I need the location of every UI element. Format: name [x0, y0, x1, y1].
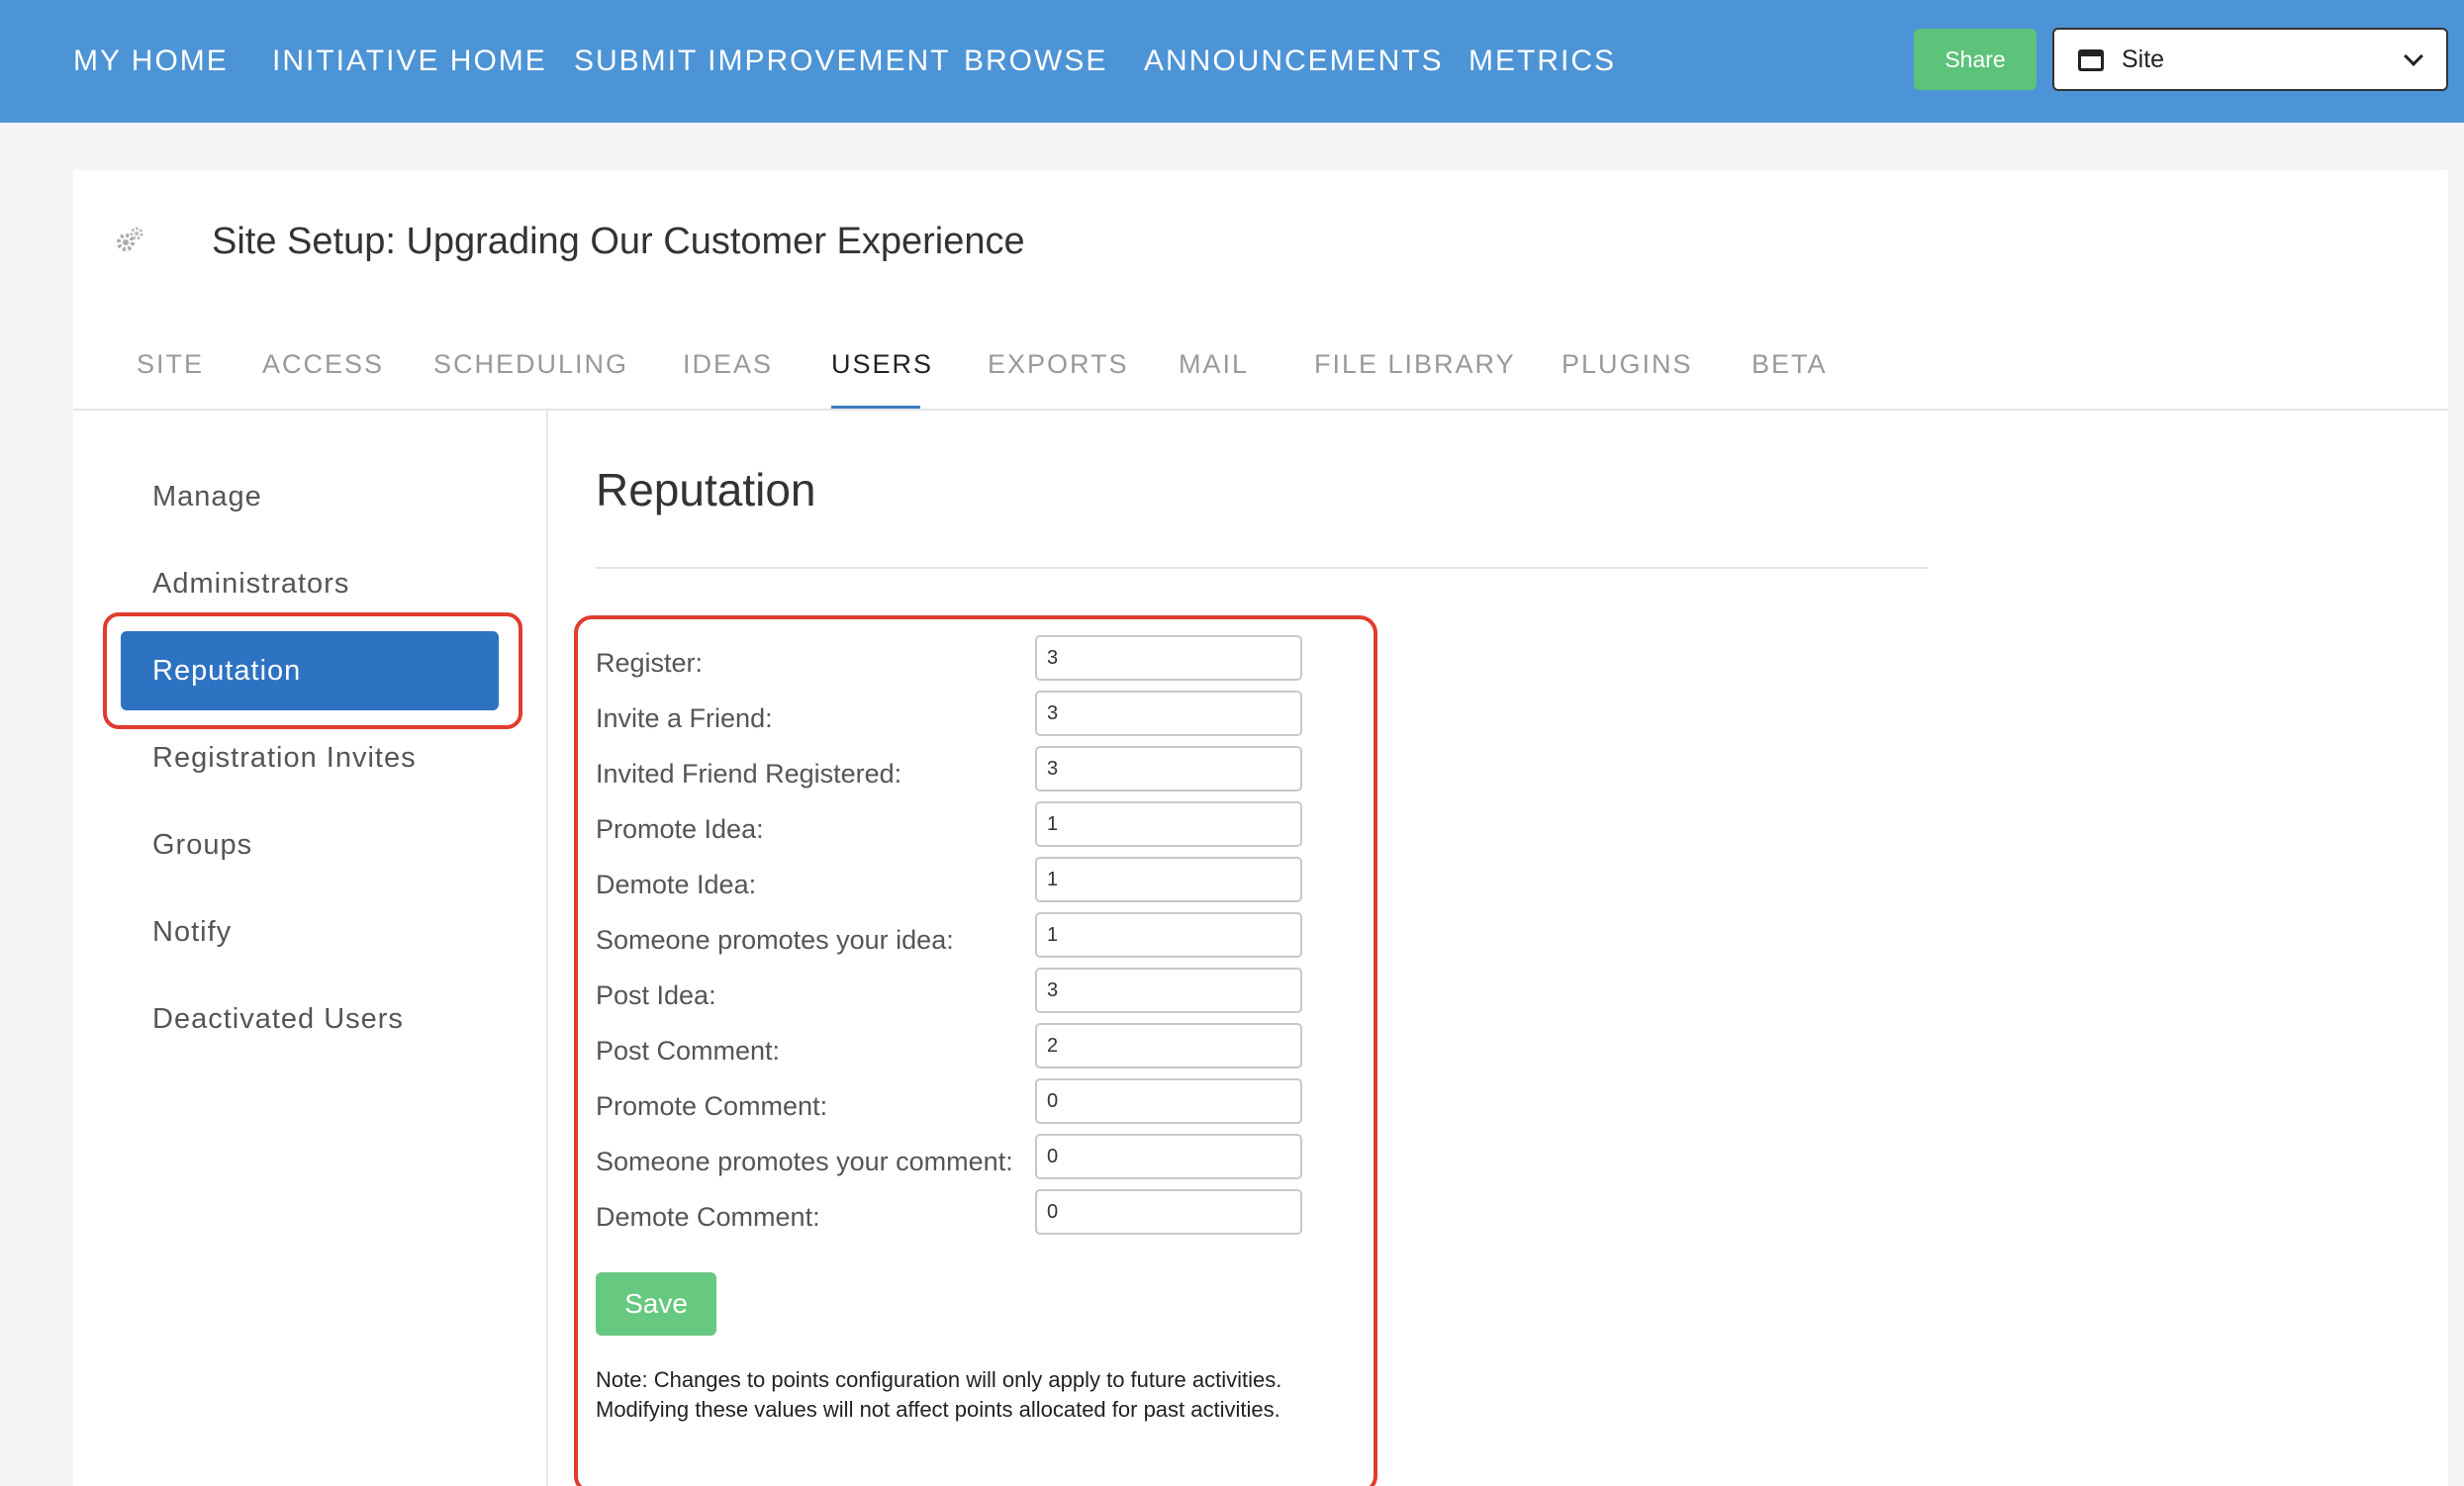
gear-icon — [117, 227, 143, 251]
note-line-1: Note: Changes to points configuration wi… — [596, 1367, 1282, 1392]
field-label-promote-comment: Promote Comment: — [596, 1091, 828, 1121]
note-line-2: Modifying these values will not affect p… — [596, 1397, 1280, 1422]
tab-ideas[interactable]: IDEAS — [683, 344, 773, 384]
demote-comment-points-input[interactable] — [1035, 1189, 1302, 1235]
site-select-value: Site — [2122, 46, 2165, 73]
someone-promotes-comment-points-input[interactable] — [1035, 1134, 1302, 1179]
nav-announcements[interactable]: ANNOUNCEMENTS — [1144, 40, 1444, 83]
sidebar-item-manage[interactable]: Manage — [152, 477, 262, 516]
tab-site[interactable]: SITE — [137, 344, 204, 384]
post-comment-points-input[interactable] — [1035, 1023, 1302, 1068]
top-nav: MY HOME INITIATIVE HOME SUBMIT IMPROVEME… — [0, 0, 2464, 123]
nav-browse[interactable]: BROWSE — [964, 40, 1107, 83]
field-label-someone-promotes-comment: Someone promotes your comment: — [596, 1147, 1013, 1176]
tab-mail[interactable]: MAIL — [1179, 344, 1249, 384]
someone-promotes-idea-points-input[interactable] — [1035, 912, 1302, 958]
section-divider — [596, 567, 1928, 569]
field-label-someone-promotes-idea: Someone promotes your idea: — [596, 925, 954, 955]
sidebar-item-groups[interactable]: Groups — [152, 825, 252, 865]
post-idea-points-input[interactable] — [1035, 968, 1302, 1013]
tab-scheduling[interactable]: SCHEDULING — [433, 344, 628, 384]
field-label-register: Register: — [596, 648, 704, 678]
sidebar-item-label: Reputation — [152, 655, 302, 687]
save-button[interactable]: Save — [596, 1272, 716, 1336]
promote-idea-points-input[interactable] — [1035, 801, 1302, 847]
sidebar-item-notify[interactable]: Notify — [152, 912, 232, 952]
tab-beta[interactable]: BETA — [1752, 344, 1828, 384]
window-icon — [2078, 49, 2104, 71]
field-label-demote-idea: Demote Idea: — [596, 870, 757, 899]
register-points-input[interactable] — [1035, 635, 1302, 681]
tabs-divider — [73, 409, 2448, 411]
nav-submit-improvement[interactable]: SUBMIT IMPROVEMENT — [574, 40, 950, 83]
sidebar-item-reputation[interactable]: Reputation — [121, 631, 499, 710]
invited-friend-registered-points-input[interactable] — [1035, 746, 1302, 791]
site-select[interactable]: Site — [2052, 28, 2448, 91]
field-label-invited-friend-registered: Invited Friend Registered: — [596, 759, 902, 789]
field-label-post-comment: Post Comment: — [596, 1036, 781, 1066]
sidebar-divider — [546, 411, 548, 1486]
tab-access[interactable]: ACCESS — [262, 344, 384, 384]
points-note: Note: Changes to points configuration wi… — [596, 1365, 1368, 1425]
tab-file-library[interactable]: FILE LIBRARY — [1314, 344, 1516, 384]
page-title: Site Setup: Upgrading Our Customer Exper… — [212, 221, 1025, 262]
chevron-down-icon — [2404, 46, 2423, 66]
field-label-invite-friend: Invite a Friend: — [596, 703, 773, 733]
promote-comment-points-input[interactable] — [1035, 1078, 1302, 1124]
tab-users[interactable]: USERS — [831, 344, 933, 384]
sidebar-item-deactivated-users[interactable]: Deactivated Users — [152, 999, 404, 1039]
demote-idea-points-input[interactable] — [1035, 857, 1302, 902]
field-label-demote-comment: Demote Comment: — [596, 1202, 820, 1232]
nav-my-home[interactable]: MY HOME — [73, 40, 229, 83]
tab-plugins[interactable]: PLUGINS — [1562, 344, 1693, 384]
nav-metrics[interactable]: METRICS — [1469, 40, 1616, 83]
sidebar-item-administrators[interactable]: Administrators — [152, 564, 349, 604]
field-label-post-idea: Post Idea: — [596, 980, 716, 1010]
share-button[interactable]: Share — [1914, 29, 2037, 90]
field-label-promote-idea: Promote Idea: — [596, 814, 764, 844]
section-title: Reputation — [596, 464, 816, 515]
sidebar-item-registration-invites[interactable]: Registration Invites — [152, 738, 417, 778]
tab-exports[interactable]: EXPORTS — [988, 344, 1129, 384]
invite-friend-points-input[interactable] — [1035, 691, 1302, 736]
nav-initiative-home[interactable]: INITIATIVE HOME — [272, 40, 547, 83]
